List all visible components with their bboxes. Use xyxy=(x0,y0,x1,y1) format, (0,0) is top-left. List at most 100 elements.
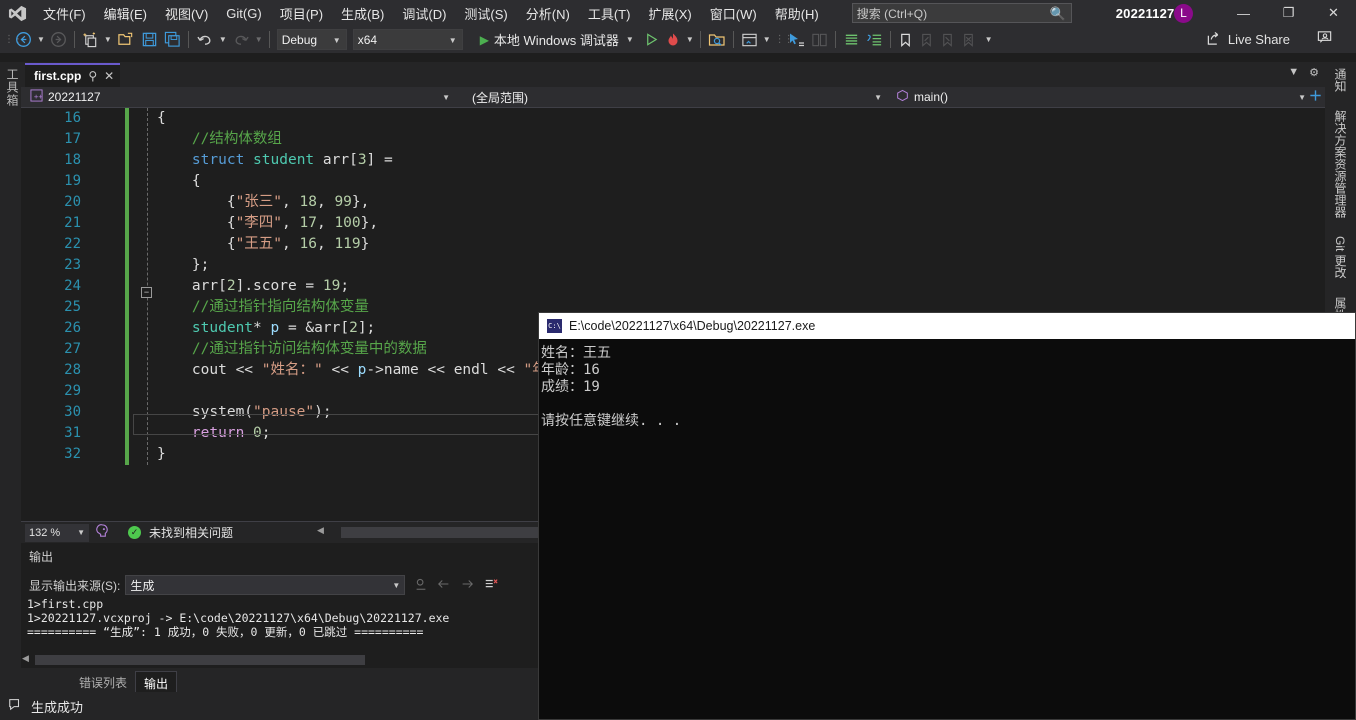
previous-bookmark-icon[interactable] xyxy=(916,29,937,51)
menu-debug[interactable]: 调试(D) xyxy=(393,2,455,24)
pin-icon[interactable]: ⚲ xyxy=(88,69,97,83)
change-indicator xyxy=(125,423,129,444)
menu-git[interactable]: Git(G) xyxy=(217,2,270,24)
redo-icon[interactable] xyxy=(229,29,253,51)
code-line[interactable]: 24 arr[2].score = 19; xyxy=(21,276,1325,297)
send-feedback-icon[interactable] xyxy=(1316,29,1334,51)
minimize-button[interactable]: — xyxy=(1221,0,1266,26)
issue-status-label: 未找到相关问题 xyxy=(149,526,234,540)
toolbar-gripper[interactable]: ⋮⋮ xyxy=(775,34,794,44)
code-line[interactable]: 16 { xyxy=(21,108,1325,129)
output-hscrollbar-thumb[interactable] xyxy=(35,655,365,665)
hscrollbar-thumb[interactable] xyxy=(341,527,571,538)
window-controls: L — ❐ ✕ xyxy=(1174,0,1356,26)
window-layout-icon[interactable] xyxy=(738,29,761,51)
chevron-down-icon[interactable]: ▼ xyxy=(624,35,636,44)
toolbox-strip[interactable]: 工具箱 xyxy=(0,62,21,692)
code-line[interactable]: 20 {"张三", 18, 99}, xyxy=(21,192,1325,213)
clear-all-icon[interactable] xyxy=(483,577,499,594)
chevron-down-icon[interactable]: ▼ xyxy=(1288,66,1299,79)
tab-first-cpp[interactable]: first.cpp ⚲ ✕ xyxy=(25,63,121,87)
output-horizontal-scrollbar[interactable]: ◀ xyxy=(21,652,538,667)
undo-dropdown-icon[interactable]: ▼ xyxy=(217,35,229,44)
navigate-back-button[interactable] xyxy=(12,29,35,51)
avatar[interactable]: L xyxy=(1174,3,1193,23)
output-line: 1>20221127.vcxproj -> E:\code\20221127\x… xyxy=(27,611,450,625)
member-select[interactable]: main() ▼ xyxy=(891,88,1311,107)
navigate-forward-button[interactable] xyxy=(47,29,70,51)
menu-edit[interactable]: 编辑(E) xyxy=(95,2,156,24)
menu-test[interactable]: 测试(S) xyxy=(455,2,516,24)
intellisense-icon[interactable] xyxy=(95,523,110,543)
code-line[interactable]: 18 struct student arr[3] = xyxy=(21,150,1325,171)
tab-error-list[interactable]: 错误列表 xyxy=(71,671,135,692)
menu-help[interactable]: 帮助(H) xyxy=(766,2,828,24)
toolbox-label[interactable]: 工具箱 xyxy=(4,68,21,107)
menu-tools[interactable]: 工具(T) xyxy=(579,2,640,24)
svg-text:++: ++ xyxy=(34,92,43,101)
live-share-button[interactable]: Live Share xyxy=(1206,31,1290,49)
scroll-left-icon[interactable]: ◀ xyxy=(22,653,29,664)
window-layout-dropdown-icon[interactable]: ▼ xyxy=(761,35,773,44)
start-without-debugging-icon[interactable] xyxy=(641,29,662,51)
go-to-previous-icon[interactable] xyxy=(437,577,451,594)
console-title-bar[interactable]: C:\ E:\code\20221127\x64\Debug\20221127.… xyxy=(539,313,1355,339)
close-icon[interactable]: ✕ xyxy=(104,69,114,83)
menu-file[interactable]: 文件(F) xyxy=(34,2,95,24)
menu-analyze[interactable]: 分析(N) xyxy=(517,2,579,24)
solution-configuration-select[interactable]: Debug ▼ xyxy=(276,29,347,50)
add-view-icon[interactable] xyxy=(1308,88,1323,106)
save-icon[interactable] xyxy=(138,29,161,51)
clear-bookmarks-icon[interactable] xyxy=(958,29,979,51)
menu-window[interactable]: 窗口(W) xyxy=(701,2,766,24)
hot-reload-icon[interactable] xyxy=(662,29,684,51)
find-message-icon[interactable] xyxy=(414,577,428,594)
back-dropdown-icon[interactable]: ▼ xyxy=(35,35,47,44)
code-line[interactable]: 23 }; xyxy=(21,255,1325,276)
tab-output[interactable]: 输出 xyxy=(135,671,178,692)
new-project-icon[interactable] xyxy=(79,29,102,51)
bookmark-icon[interactable] xyxy=(895,29,916,51)
sidebar-item-git-changes[interactable]: Git 更改 xyxy=(1332,230,1349,285)
scope-select[interactable]: (全局范围) ▼ xyxy=(467,88,887,107)
line-number: 22 xyxy=(64,236,81,252)
maximize-button[interactable]: ❐ xyxy=(1266,0,1311,26)
console-window[interactable]: C:\ E:\code\20221127\x64\Debug\20221127.… xyxy=(538,312,1356,720)
sidebar-item-notifications[interactable]: 通知 xyxy=(1332,62,1349,98)
save-all-icon[interactable] xyxy=(161,29,184,51)
menu-project[interactable]: 项目(P) xyxy=(271,2,332,24)
toolbar-gripper[interactable]: ⋮⋮ xyxy=(4,34,23,44)
go-to-next-icon[interactable] xyxy=(460,577,474,594)
undo-icon[interactable] xyxy=(193,29,217,51)
toolbar-separator xyxy=(699,31,701,48)
code-line[interactable]: 19 { xyxy=(21,171,1325,192)
next-bookmark-icon[interactable] xyxy=(937,29,958,51)
menu-build[interactable]: 生成(B) xyxy=(332,2,393,24)
redo-dropdown-icon[interactable]: ▼ xyxy=(253,35,265,44)
start-debugging-button[interactable]: ▶ 本地 Windows 调试器 ▼ xyxy=(475,29,641,51)
project-select[interactable]: ++ 20221127 ▼ xyxy=(25,88,455,107)
hot-reload-dropdown-icon[interactable]: ▼ xyxy=(684,35,696,44)
solution-platform-select[interactable]: x64 ▼ xyxy=(352,29,463,50)
code-line[interactable]: 22 {"王五", 16, 119} xyxy=(21,234,1325,255)
menu-view[interactable]: 视图(V) xyxy=(156,2,217,24)
new-project-dropdown-icon[interactable]: ▼ xyxy=(102,35,114,44)
increase-indent-icon[interactable] xyxy=(840,29,863,51)
search-in-files-icon[interactable] xyxy=(705,29,729,51)
zoom-level-select[interactable]: 132 % ▼ xyxy=(25,523,89,542)
sidebar-item-solution-explorer[interactable]: 解决方案资源管理器 xyxy=(1332,104,1349,224)
open-file-icon[interactable] xyxy=(114,29,138,51)
code-line[interactable]: 17 //结构体数组 xyxy=(21,129,1325,150)
output-source-select[interactable]: 生成 ▼ xyxy=(125,575,406,595)
code-line[interactable]: 21 {"李四", 17, 100}, xyxy=(21,213,1325,234)
menu-extensions[interactable]: 扩展(X) xyxy=(639,2,700,24)
comment-lines-icon[interactable] xyxy=(863,29,886,51)
compare-files-icon[interactable] xyxy=(808,29,831,51)
collapse-region-toggle[interactable]: − xyxy=(141,287,152,298)
search-input[interactable]: 搜索 (Ctrl+Q) 🔍 xyxy=(851,3,1072,23)
toolbar-overflow-icon[interactable]: ▼ xyxy=(983,35,995,44)
gear-icon[interactable]: ⚙ xyxy=(1309,66,1319,79)
close-button[interactable]: ✕ xyxy=(1311,0,1356,26)
pointer-select-icon[interactable] xyxy=(784,29,808,51)
scroll-left-icon[interactable]: ◀ xyxy=(317,525,324,536)
